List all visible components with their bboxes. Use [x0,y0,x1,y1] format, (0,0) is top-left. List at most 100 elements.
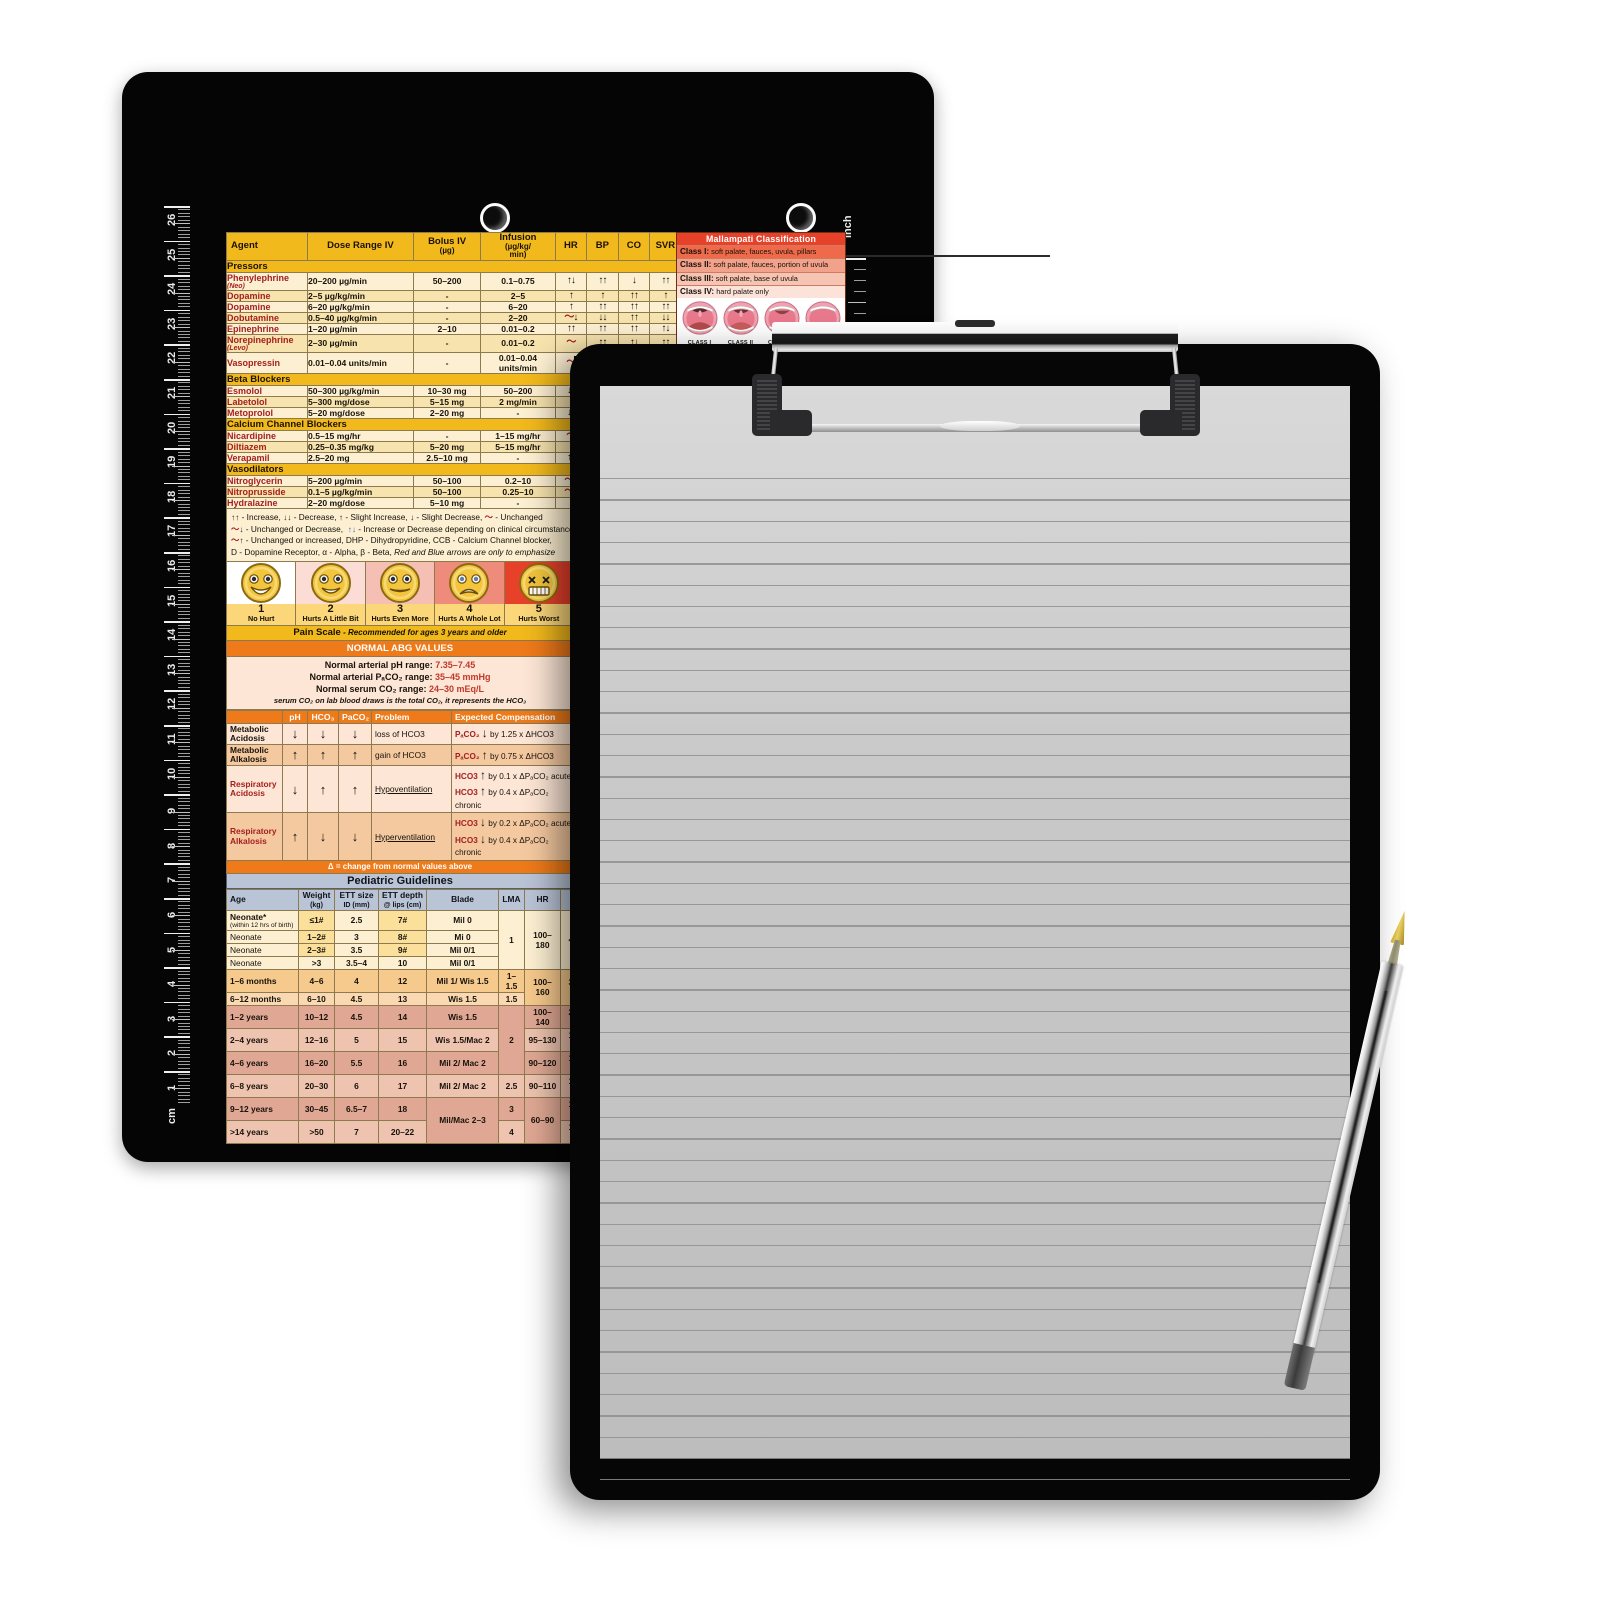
ruler-tick-major [164,552,190,554]
ped-age: 4–6 years [226,1050,299,1075]
ruler-tick-minor [178,475,190,477]
clip-grip-right[interactable] [1140,374,1200,436]
ped-weight: ≤1# [298,909,335,931]
drug-agent-name: Esmolol [226,384,309,397]
abg-title: NORMAL ABG VALUES [226,640,574,657]
ruler-tick-minor [178,1008,190,1010]
ruler-tick-minor [178,842,190,844]
ruler-tick-minor [178,216,190,218]
pediatric-row: 9–12 years30–456.5–718Mil/Mac 2–3360–901… [226,1096,591,1144]
ruler-tick-minor [172,776,190,778]
paper-rule-line [600,1031,1350,1034]
drug-dose-range: 0.5–15 mg/hr [307,429,414,442]
ped-ett-size: 7 [334,1119,379,1144]
mounting-hole-left [480,203,510,233]
drug-dose-range: 5–200 µg/min [307,474,414,487]
ruler-tick-minor [178,783,190,785]
drug-dose-range: 6–20 µg/kg/min [307,300,414,313]
ruler-tick-minor [178,226,190,228]
paper-rule-line [600,904,1350,906]
ruler-tick-minor [178,808,190,810]
ruler-tick-minor [172,500,190,502]
pain-face-label: Hurts Even More [365,615,435,625]
ruler-tick-minor [178,323,190,325]
paper-rule-line [600,691,1350,693]
pain-face-cell: 2 Hurts A Little Bit [296,561,366,626]
ruler-tick-minor [172,569,190,571]
ruler-tick-minor [178,839,190,841]
abg-value-paco2: Normal arterial PₐCO₂ range: 35–45 mmHg [309,671,491,682]
ruler-tick-minor [172,257,190,259]
paper-rule-line [600,1287,1350,1289]
ruler-tick-minor [178,766,190,768]
ruler-tick-minor [178,282,190,284]
ruler-tick-minor [178,1039,190,1041]
ped-ett-depth: 12 [378,968,427,993]
ruler-tick-minor [178,901,190,903]
drug-infusion: - [480,406,556,419]
paper-rule-line [600,925,1350,927]
drug-agent-name: Nitroprusside [226,485,309,498]
mallampati-mouth: CLASS I [681,301,718,346]
ruler-tick-major [164,690,190,692]
ruler-tick-minor [178,683,190,685]
drug-dose-range: 0.1–5 µg/kg/min [307,485,414,498]
abg-disorder-name: Respiratory Alkalosis [226,812,283,861]
ruler-tick-major [164,206,190,208]
drug-co: ↑↑ [617,300,651,313]
abg-hco3: ↓ [307,722,339,745]
ruler-tick-minor [178,648,190,650]
paper-rule-line [600,1180,1350,1183]
ped-lma: 3 [498,1096,525,1121]
ruler-tick-major [164,1001,190,1004]
ruler-tick-minor [178,814,190,816]
ped-blade: Wis 1.5 [426,991,499,1006]
drug-infusion: 0.01–0.04 units/min [480,351,556,374]
ruler-tick-minor [178,555,190,557]
drug-infusion: 2–5 [480,289,556,302]
ruler-tick-minor [178,641,190,643]
delta-note: Δ = change from normal values above [226,860,574,874]
pain-face-icon [435,561,504,604]
abg-header-1: pH [282,709,308,724]
ruler-tick-minor [178,313,190,315]
drug-bolus: 50–100 [412,485,482,498]
ped-age: >14 years [226,1119,299,1144]
paper-rule-line [600,1202,1350,1204]
ruler-tick-minor [178,358,190,360]
ruler-tick-minor [178,427,190,429]
ruler-tick-minor [178,780,190,782]
clip-handle[interactable] [770,421,1180,432]
clip-grip-left[interactable] [752,374,812,436]
ruler-tick-major [164,1036,190,1038]
drug-agent-name: Labetolol [226,395,309,408]
ped-col-ett-depth: ETT depth @ lips (cm) [378,888,427,911]
paper-rule-line [600,627,1350,629]
ruler-tick-minor [178,347,190,349]
drug-dose-range: 0.01–0.04 units/min [307,351,414,374]
ruler-tick-minor [178,922,190,924]
ped-blade: Mil 2/ Mac 2 [426,1050,499,1075]
abg-compensation-line: HCO3 ↓ by 0.2 x ΔPₐCO₂ acute [455,815,571,830]
mallampati-class-3: Class III: soft palate, base of uvula [677,271,845,285]
grip-texture-right [1175,380,1195,430]
ped-weight: >3 [298,955,335,970]
ped-age: Neonate [226,955,299,970]
pain-face-cell: 3 Hurts Even More [365,561,436,626]
abg-compensation: HCO3 ↑ by 0.1 x ΔPₐCO₂ acute HCO3 ↑ by 0.… [451,764,575,814]
ped-ett-size: 6 [334,1073,379,1098]
abg-header-0 [226,709,283,724]
ruler-tick-major [164,586,190,589]
ruler-tick-minor [178,244,190,246]
ped-ett-size: 5.5 [334,1050,379,1075]
drug-dose-range: 2–20 mg/dose [307,496,414,509]
ruler-tick-minor [178,337,190,339]
ruler-tick-minor [172,292,190,294]
ruler-tick-minor [178,527,190,529]
ped-weight: 30–45 [298,1096,335,1121]
ruler-tick-minor [178,998,190,1000]
clip-nub [955,320,995,327]
abg-compensation: HCO3 ↓ by 0.2 x ΔPₐCO₂ acute HCO3 ↓ by 0.… [451,812,575,861]
mallampati-mouth: CLASS II [722,301,759,346]
ruler-tick-minor [178,607,190,609]
